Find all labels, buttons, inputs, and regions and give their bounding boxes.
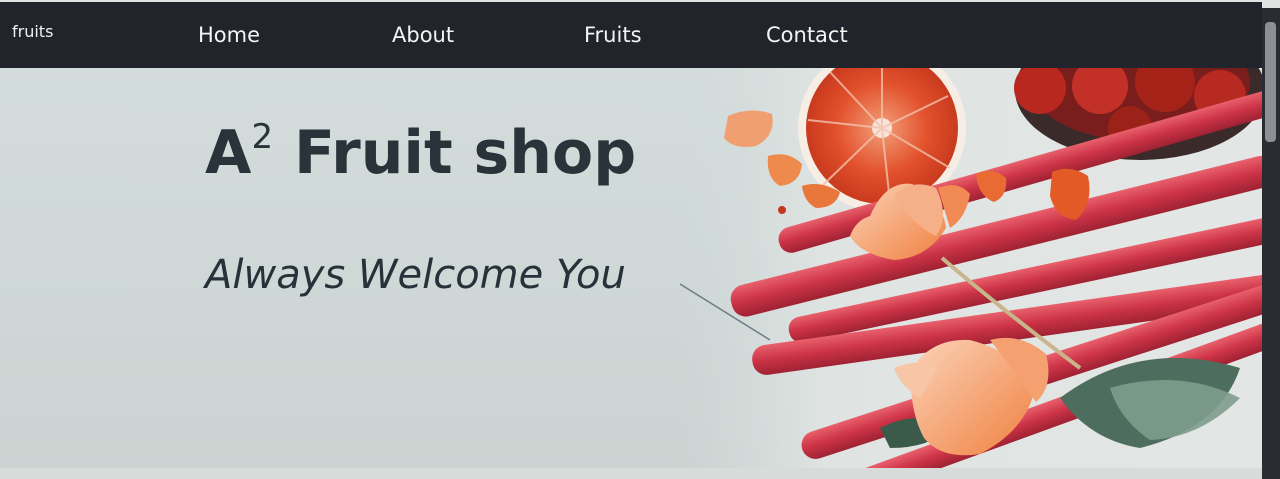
nav-link-about[interactable]: About [392, 23, 454, 47]
title-superscript: 2 [251, 117, 274, 157]
title-letter: A [205, 118, 252, 188]
nav-link-contact[interactable]: Contact [766, 23, 848, 47]
hero-tagline: Always Welcome You [205, 252, 626, 298]
hero-fruit-image [680, 68, 1262, 468]
window-bottom-edge [0, 468, 1280, 479]
scrollbar-thumb[interactable] [1265, 22, 1276, 142]
title-text: Fruit shop [273, 118, 637, 188]
hero-title: A2 Fruit shop [205, 117, 637, 188]
browser-viewport: fruits Home About Fruits Contact A2 Frui… [0, 0, 1280, 479]
nav-link-fruits[interactable]: Fruits [584, 23, 642, 47]
nav-link-home[interactable]: Home [198, 23, 260, 47]
navbar: fruits Home About Fruits Contact [0, 2, 1262, 68]
brand-logo-text[interactable]: fruits [12, 22, 53, 41]
vertical-scrollbar[interactable] [1262, 8, 1280, 479]
hero-banner: A2 Fruit shop Always Welcome You [0, 68, 1262, 468]
